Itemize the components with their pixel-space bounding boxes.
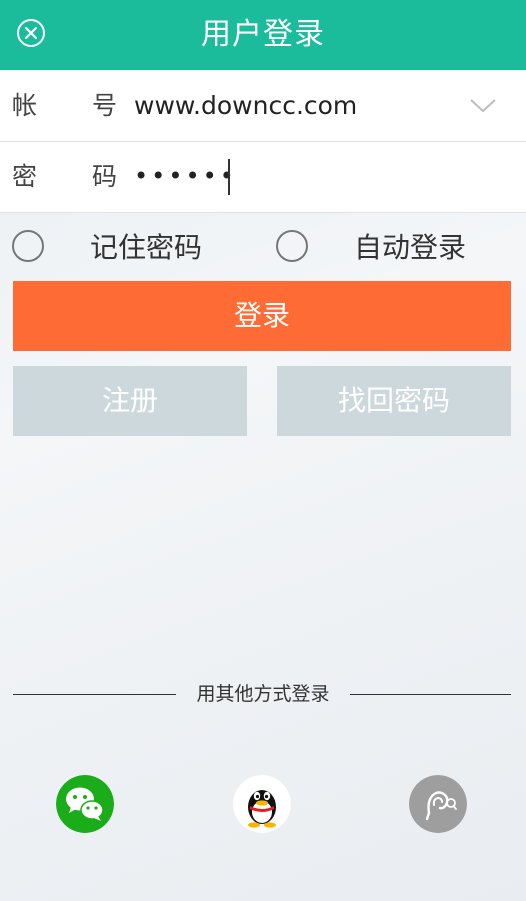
- recover-password-button[interactable]: 找回密码: [277, 366, 511, 436]
- login-form: 帐 号 www.downcc.com 密 码 ••••••: [0, 70, 526, 213]
- remember-password-option[interactable]: 记住密码: [12, 230, 212, 266]
- remember-label: 记住密码: [90, 231, 203, 264]
- divider-right: [350, 694, 511, 695]
- account-label-char-2: 号: [92, 91, 118, 120]
- password-label-char-2: 码: [92, 162, 118, 191]
- auto-login-option[interactable]: 自动登录: [276, 230, 476, 266]
- account-label: 帐 号: [12, 70, 122, 141]
- chevron-down-icon[interactable]: [468, 96, 498, 116]
- auto-login-radio[interactable]: [276, 230, 308, 262]
- other-login-label: 用其他方式登录: [196, 683, 330, 705]
- account-label-char-1: 帐: [12, 91, 38, 120]
- qq-icon[interactable]: [233, 775, 291, 833]
- account-row: 帐 号 www.downcc.com: [0, 70, 526, 142]
- register-button[interactable]: 注册: [13, 366, 247, 436]
- header-bar: 用户登录: [0, 0, 526, 70]
- password-row: 密 码 ••••••: [0, 141, 526, 213]
- account-input[interactable]: www.downcc.com: [134, 70, 357, 141]
- auto-login-label: 自动登录: [354, 231, 467, 264]
- login-button[interactable]: 登录: [13, 281, 511, 351]
- remember-radio[interactable]: [12, 230, 44, 262]
- password-label: 密 码: [12, 141, 122, 212]
- page-title: 用户登录: [201, 17, 325, 52]
- divider-left: [13, 694, 176, 695]
- wechat-icon[interactable]: [56, 775, 114, 833]
- text-cursor: [228, 159, 230, 195]
- password-input[interactable]: ••••••: [134, 141, 237, 212]
- weibo-ear-icon[interactable]: [409, 775, 467, 833]
- password-label-char-1: 密: [12, 162, 38, 191]
